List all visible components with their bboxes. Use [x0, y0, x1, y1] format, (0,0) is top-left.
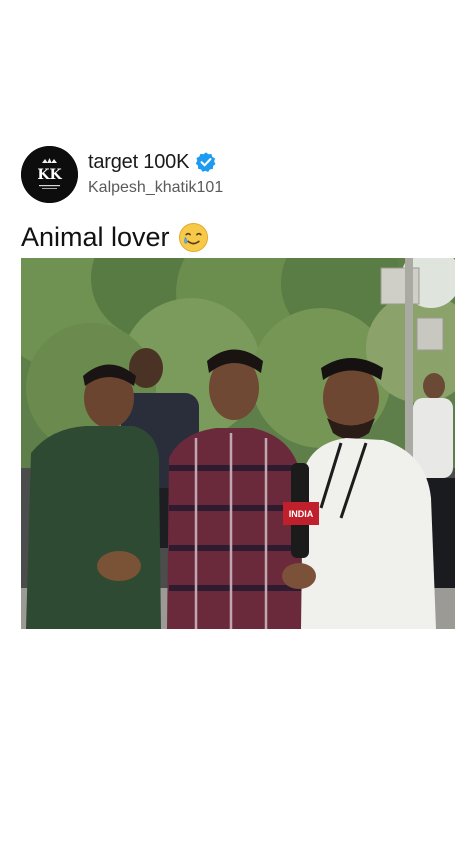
smiling-face-with-tear-emoji: [178, 222, 208, 252]
post-header: KK target 100K Kalpesh_khatik101: [21, 146, 441, 204]
name-row: target 100K: [88, 149, 217, 175]
post-photo: INDIA: [21, 258, 455, 629]
verified-badge-icon: [195, 152, 216, 172]
post-media[interactable]: INDIA: [21, 258, 455, 629]
post-caption: Animal lover: [21, 219, 209, 255]
mic-flag-text: INDIA: [289, 509, 314, 519]
avatar-monogram: KK: [37, 167, 62, 183]
display-name[interactable]: target 100K: [88, 151, 189, 174]
author-handle[interactable]: Kalpesh_khatik101: [88, 179, 223, 197]
crown-monogram-logo: KK: [21, 146, 78, 203]
caption-text: Animal lover: [21, 221, 170, 252]
avatar[interactable]: KK: [21, 146, 78, 203]
